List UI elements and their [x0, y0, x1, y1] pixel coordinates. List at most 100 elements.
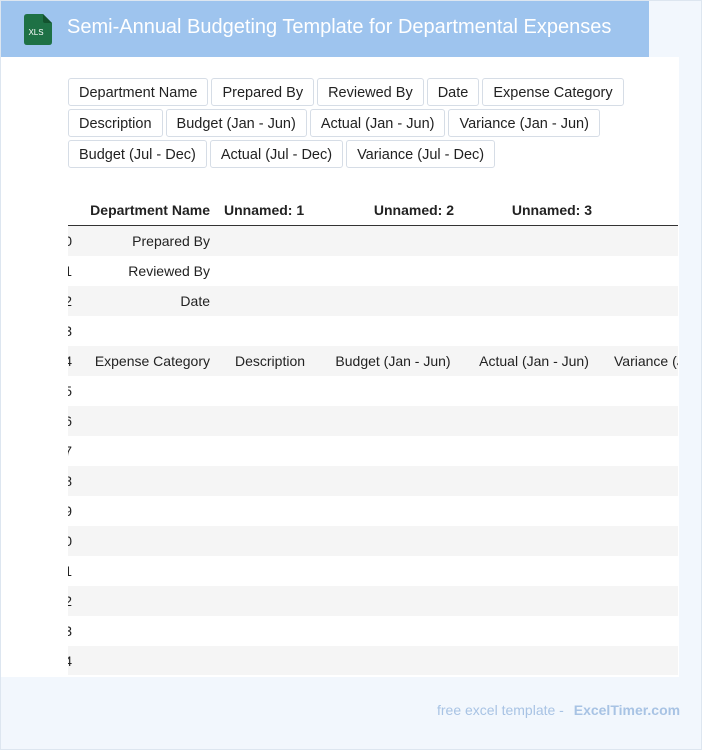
table-cell[interactable] — [462, 436, 606, 466]
table-row[interactable]: 4 Expense Category Description Budget (Jan … — [68, 346, 678, 376]
table-row[interactable]: 8 — [68, 466, 678, 496]
table-cell[interactable] — [462, 586, 606, 616]
table-cell[interactable]: Actual (Jan - Jun) — [462, 346, 606, 376]
table-cell[interactable] — [324, 586, 462, 616]
table-cell[interactable] — [462, 496, 606, 526]
table-cell[interactable] — [606, 556, 678, 586]
table-cell[interactable] — [72, 316, 216, 346]
table-row[interactable]: 12 — [68, 586, 678, 616]
table-cell[interactable] — [462, 226, 606, 257]
table-cell[interactable] — [324, 646, 462, 675]
table-cell[interactable]: Date — [72, 286, 216, 316]
table-cell[interactable]: Expense Category — [72, 346, 216, 376]
table-cell[interactable] — [606, 586, 678, 616]
table-cell[interactable] — [216, 616, 324, 646]
table-cell[interactable] — [216, 646, 324, 675]
table-cell[interactable] — [606, 526, 678, 556]
table-row[interactable]: 7 — [68, 436, 678, 466]
table-cell[interactable] — [462, 406, 606, 436]
column-tag[interactable]: Reviewed By — [317, 78, 424, 106]
column-header-cell[interactable]: Unnamed: 2 — [324, 194, 462, 226]
table-cell[interactable] — [462, 556, 606, 586]
table-cell[interactable] — [324, 526, 462, 556]
table-cell[interactable] — [72, 646, 216, 675]
table-cell[interactable] — [606, 256, 678, 286]
table-row[interactable]: 10 — [68, 526, 678, 556]
table-cell[interactable] — [324, 616, 462, 646]
table-cell[interactable] — [462, 316, 606, 346]
table-cell[interactable] — [324, 286, 462, 316]
table-cell[interactable] — [216, 256, 324, 286]
column-tag[interactable]: Description — [68, 109, 163, 137]
table-row[interactable]: 2 Date — [68, 286, 678, 316]
table-row[interactable]: 9 — [68, 496, 678, 526]
table-cell[interactable] — [216, 376, 324, 406]
table-cell[interactable] — [606, 616, 678, 646]
table-cell[interactable] — [216, 556, 324, 586]
table-cell[interactable] — [324, 436, 462, 466]
table-cell[interactable] — [324, 316, 462, 346]
table-cell[interactable] — [72, 376, 216, 406]
table-cell[interactable] — [462, 466, 606, 496]
table-cell[interactable] — [606, 226, 678, 257]
table-cell[interactable]: Variance (Jan - Jun) — [606, 346, 678, 376]
table-row[interactable]: 0Prepared By — [68, 225, 678, 257]
column-tag[interactable]: Expense Category — [482, 78, 624, 106]
table-cell[interactable] — [216, 586, 324, 616]
table-cell[interactable] — [462, 616, 606, 646]
table-row[interactable]: 1 Reviewed By — [68, 256, 678, 286]
column-tag[interactable]: Department Name — [68, 78, 209, 106]
column-tag[interactable]: Budget (Jan - Jun) — [165, 109, 307, 137]
table-row[interactable]: 6 — [68, 406, 678, 436]
table-cell[interactable]: Budget (Jan - Jun) — [324, 346, 462, 376]
table-row[interactable]: 3 — [68, 316, 678, 346]
column-header-cell[interactable]: Unnamed: 1 — [216, 194, 324, 226]
table-cell[interactable] — [216, 316, 324, 346]
table-row[interactable]: 14 — [68, 646, 678, 675]
footer-brand-link[interactable]: ExcelTimer.com — [574, 702, 680, 718]
column-tag[interactable]: Actual (Jan - Jun) — [309, 109, 446, 137]
table-cell[interactable] — [606, 316, 678, 346]
column-header-cell[interactable]: Unnamed: 4 — [606, 194, 678, 226]
table-cell[interactable] — [72, 466, 216, 496]
column-tag[interactable]: Budget (Jul - Dec) — [68, 140, 207, 168]
table-cell[interactable] — [324, 406, 462, 436]
table-cell[interactable]: Description — [216, 346, 324, 376]
table-cell[interactable] — [606, 286, 678, 316]
table-cell[interactable]: Reviewed By — [72, 256, 216, 286]
column-tag[interactable]: Date — [426, 78, 480, 106]
table-cell[interactable] — [216, 466, 324, 496]
column-tag[interactable]: Actual (Jul - Dec) — [209, 140, 344, 168]
table-cell[interactable] — [462, 286, 606, 316]
data-table-viewport[interactable]: Department Name Unnamed: 1 Unnamed: 2 Unnam… — [68, 194, 678, 675]
table-cell[interactable] — [216, 406, 324, 436]
table-cell[interactable] — [72, 586, 216, 616]
table-cell[interactable] — [216, 226, 324, 257]
table-cell[interactable] — [462, 526, 606, 556]
table-cell[interactable] — [324, 556, 462, 586]
table-cell[interactable] — [324, 256, 462, 286]
table-cell[interactable] — [324, 496, 462, 526]
table-cell[interactable]: Prepared By — [72, 226, 216, 257]
table-cell[interactable] — [72, 496, 216, 526]
table-cell[interactable] — [72, 406, 216, 436]
table-cell[interactable] — [72, 556, 216, 586]
table-cell[interactable] — [72, 436, 216, 466]
table-cell[interactable] — [216, 496, 324, 526]
table-cell[interactable] — [606, 376, 678, 406]
table-row[interactable]: 5 — [68, 376, 678, 406]
table-cell[interactable] — [606, 466, 678, 496]
table-cell[interactable] — [462, 376, 606, 406]
table-cell[interactable] — [216, 436, 324, 466]
table-cell[interactable] — [462, 646, 606, 675]
table-cell[interactable] — [216, 286, 324, 316]
column-header-cell[interactable]: Unnamed: 3 — [462, 194, 606, 226]
table-cell[interactable] — [606, 646, 678, 675]
table-cell[interactable] — [216, 526, 324, 556]
column-tag[interactable]: Prepared By — [211, 78, 315, 106]
table-cell[interactable] — [324, 376, 462, 406]
table-cell[interactable] — [72, 526, 216, 556]
table-row[interactable]: 11 — [68, 556, 678, 586]
table-cell[interactable] — [606, 496, 678, 526]
column-header-cell[interactable]: Department Name — [72, 194, 216, 226]
